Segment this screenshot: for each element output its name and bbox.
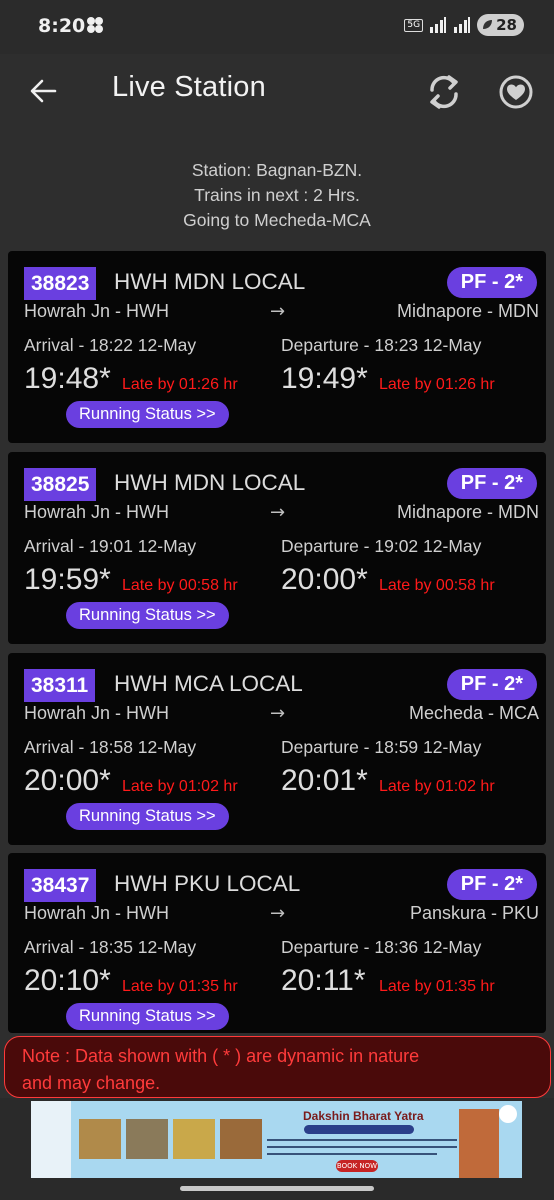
platform-badge: PF - 2* (446, 869, 537, 900)
page-title: Live Station (112, 71, 266, 103)
origin-station: Howrah Jn - HWH (24, 301, 170, 321)
departure-delay: Late by 01:26 hr (379, 376, 495, 393)
train-card[interactable]: 38825 HWH MDN LOCAL PF - 2* Howrah Jn - … (8, 452, 546, 644)
direction: Going to Mecheda-MCA (183, 210, 371, 230)
ad-badge (31, 1101, 71, 1178)
signal-icon-2 (454, 17, 471, 33)
train-name: HWH MDN LOCAL (114, 470, 306, 495)
platform-badge: PF - 2* (446, 267, 537, 298)
route-arrow-icon: → (270, 703, 286, 724)
train-number[interactable]: 38823 (24, 267, 97, 300)
platform-badge: PF - 2* (446, 669, 537, 700)
departure-delay: Late by 01:35 hr (379, 978, 495, 995)
status-right: 5G 28 (404, 14, 524, 36)
origin-station: Howrah Jn - HWH (24, 703, 170, 723)
home-indicator[interactable] (180, 1186, 374, 1191)
actual-departure: 20:01* (281, 764, 368, 797)
status-bar: 8:20 5G 28 (0, 0, 554, 54)
destination-station: Midnapore - MDN (396, 301, 539, 321)
note-line-2: and may change. (22, 1073, 161, 1093)
arrival-delay: Late by 01:35 hr (122, 978, 238, 995)
battery-level: 28 (496, 16, 517, 34)
temple-image (79, 1119, 121, 1159)
train-name: HWH PKU LOCAL (114, 871, 301, 896)
scheduled-arrival: Arrival - 18:35 12-May (24, 937, 197, 957)
scheduled-arrival: Arrival - 18:58 12-May (24, 737, 197, 757)
ad-text-line (267, 1146, 457, 1148)
departure-delay: Late by 00:58 hr (379, 577, 495, 594)
running-status-button[interactable]: Running Status >> (66, 803, 229, 830)
running-status-button[interactable]: Running Status >> (66, 401, 229, 428)
dynamic-data-note: Note : Data shown with ( * ) are dynamic… (4, 1036, 551, 1098)
actual-departure: 19:49* (281, 362, 368, 395)
train-card[interactable]: 38437 HWH PKU LOCAL PF - 2* Howrah Jn - … (8, 853, 546, 1033)
scheduled-arrival: Arrival - 18:22 12-May (24, 335, 197, 355)
gesture-nav-bar (0, 1180, 554, 1200)
ad-banner[interactable]: Dakshin Bharat Yatra BOOK NOW (31, 1101, 522, 1178)
status-time: 8:20 (38, 15, 86, 37)
train-number[interactable]: 38311 (24, 669, 96, 702)
arrival-delay: Late by 01:02 hr (122, 778, 238, 795)
scheduled-arrival: Arrival - 19:01 12-May (24, 536, 197, 556)
station-name: Station: Bagnan-BZN. (191, 160, 363, 180)
heart-icon[interactable] (498, 74, 534, 110)
battery-leaf-icon (483, 20, 493, 29)
scheduled-departure: Departure - 19:02 12-May (281, 536, 482, 556)
app-bar: Live Station (0, 54, 554, 134)
running-status-button[interactable]: Running Status >> (66, 602, 229, 629)
arrival-delay: Late by 00:58 hr (122, 577, 238, 594)
scheduled-departure: Departure - 18:36 12-May (281, 937, 482, 957)
origin-station: Howrah Jn - HWH (24, 903, 170, 923)
ad-banner-area: Dakshin Bharat Yatra BOOK NOW (0, 1098, 554, 1180)
actual-arrival: 20:00* (24, 764, 111, 797)
departure-delay: Late by 01:02 hr (379, 778, 495, 795)
train-name: HWH MDN LOCAL (114, 269, 306, 294)
signal-icon (430, 17, 447, 33)
ad-book-now-button[interactable]: BOOK NOW (336, 1160, 378, 1172)
actual-departure: 20:11* (281, 964, 366, 997)
train-number[interactable]: 38825 (24, 468, 97, 501)
destination-station: Mecheda - MCA (408, 703, 539, 723)
battery-indicator: 28 (477, 14, 524, 36)
origin-station: Howrah Jn - HWH (24, 502, 170, 522)
ad-text-line (267, 1153, 437, 1155)
destination-station: Panskura - PKU (409, 903, 539, 923)
train-card[interactable]: 38311 HWH MCA LOCAL PF - 2* Howrah Jn - … (8, 653, 546, 845)
platform-badge: PF - 2* (446, 468, 537, 499)
scheduled-departure: Departure - 18:23 12-May (281, 335, 482, 355)
tower-image (459, 1109, 499, 1178)
ad-logo (499, 1105, 517, 1123)
actual-arrival: 20:10* (24, 964, 111, 997)
train-name: HWH MCA LOCAL (114, 671, 303, 696)
actual-departure: 20:00* (281, 563, 368, 596)
actual-arrival: 19:48* (24, 362, 111, 395)
ad-title: Dakshin Bharat Yatra (303, 1109, 424, 1123)
train-card[interactable]: 38823 HWH MDN LOCAL PF - 2* Howrah Jn - … (8, 251, 546, 443)
scheduled-departure: Departure - 18:59 12-May (281, 737, 482, 757)
ad-subtitle-bar (304, 1125, 414, 1134)
destination-station: Midnapore - MDN (396, 502, 539, 522)
time-window: Trains in next : 2 Hrs. (194, 185, 360, 205)
temple-image (126, 1119, 168, 1159)
route-arrow-icon: → (270, 301, 286, 322)
running-status-button[interactable]: Running Status >> (66, 1003, 229, 1030)
train-number[interactable]: 38437 (24, 869, 97, 902)
actual-arrival: 19:59* (24, 563, 111, 596)
route-arrow-icon: → (270, 502, 286, 523)
note-line-1: Note : Data shown with ( * ) are dynamic… (22, 1046, 420, 1066)
refresh-icon[interactable] (424, 72, 464, 112)
temple-image (173, 1119, 215, 1159)
station-info: Station: Bagnan-BZN. Trains in next : 2 … (0, 158, 554, 233)
temple-image (220, 1119, 262, 1159)
back-arrow-icon[interactable] (28, 76, 58, 106)
ad-text-line (267, 1139, 457, 1141)
route-arrow-icon: → (270, 903, 286, 924)
arrival-delay: Late by 01:26 hr (122, 376, 238, 393)
pinwheel-icon (87, 17, 103, 33)
network-type: 5G (404, 18, 424, 32)
